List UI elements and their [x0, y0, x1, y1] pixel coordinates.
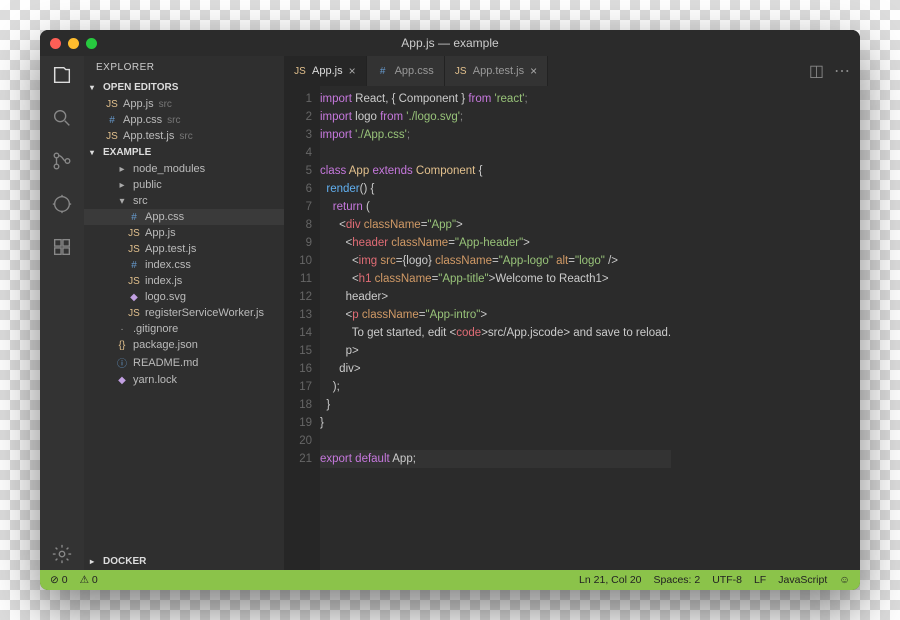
tree-item[interactable]: ⓘ README.md: [84, 353, 284, 372]
tree-item[interactable]: JS index.js: [84, 273, 284, 289]
tree-item[interactable]: JS App.test.js: [84, 241, 284, 257]
tree-item[interactable]: ▸ node_modules: [84, 161, 284, 177]
file-name: yarn.lock: [133, 374, 177, 386]
status-language[interactable]: JavaScript: [778, 574, 827, 586]
file-name: src: [133, 195, 148, 207]
extensions-icon[interactable]: [51, 236, 73, 263]
tree-item[interactable]: # App.css: [84, 209, 284, 225]
close-tab-icon[interactable]: ×: [349, 64, 356, 78]
editor-tab[interactable]: # App.css: [367, 56, 445, 86]
file-name: README.md: [133, 357, 198, 369]
status-cursor-pos[interactable]: Ln 21, Col 20: [579, 574, 641, 586]
file-icon: JS: [106, 99, 118, 110]
file-icon: #: [128, 212, 140, 223]
file-icon: JS: [128, 244, 140, 255]
window-title: App.js — example: [40, 36, 860, 50]
file-icon: #: [128, 260, 140, 271]
file-name: App.css: [123, 114, 162, 126]
titlebar: App.js — example: [40, 30, 860, 56]
file-name: public: [133, 179, 162, 191]
tree-item[interactable]: JS registerServiceWorker.js: [84, 305, 284, 321]
file-path: src: [167, 115, 180, 126]
tab-bar: JS App.js × # App.css JS App.test.js × ◫ ⋯: [284, 56, 860, 86]
tab-label: App.js: [312, 65, 343, 77]
file-icon: ▸: [116, 164, 128, 175]
search-icon[interactable]: [51, 107, 73, 134]
file-icon: JS: [128, 308, 140, 319]
file-icon: ⓘ: [116, 355, 128, 370]
file-name: index.css: [145, 259, 191, 271]
status-spaces[interactable]: Spaces: 2: [654, 574, 701, 586]
sidebar-title: EXPLORER: [84, 56, 284, 79]
editor-area: JS App.js × # App.css JS App.test.js × ◫ ⋯ 1234…: [284, 56, 860, 570]
code-editor[interactable]: 123456789101112131415161718192021 import…: [284, 86, 860, 570]
file-icon: JS: [128, 228, 140, 239]
file-name: registerServiceWorker.js: [145, 307, 264, 319]
open-editor-item[interactable]: # App.css src: [84, 112, 284, 128]
tree-item[interactable]: # index.css: [84, 257, 284, 273]
file-name: node_modules: [133, 163, 205, 175]
file-path: src: [159, 99, 172, 110]
tab-label: App.css: [395, 65, 434, 77]
status-feedback-icon[interactable]: ☺: [839, 574, 850, 586]
file-icon: ▸: [116, 180, 128, 191]
open-editor-item[interactable]: JS App.js src: [84, 96, 284, 112]
settings-icon[interactable]: [51, 543, 73, 570]
tree-item[interactable]: ▸ public: [84, 177, 284, 193]
file-icon: ◆: [116, 375, 128, 386]
status-warnings[interactable]: ⚠ 0: [80, 574, 98, 586]
file-icon: JS: [294, 66, 306, 77]
explorer-icon[interactable]: [51, 64, 73, 91]
file-name: package.json: [133, 339, 198, 351]
status-eol[interactable]: LF: [754, 574, 766, 586]
file-icon: ▾: [116, 196, 128, 207]
editor-tab[interactable]: JS App.test.js ×: [445, 56, 548, 86]
tree-item[interactable]: ◆ logo.svg: [84, 289, 284, 305]
close-tab-icon[interactable]: ×: [530, 64, 537, 78]
file-icon: JS: [455, 66, 467, 77]
file-icon: {}: [116, 340, 128, 351]
file-name: App.test.js: [145, 243, 196, 255]
editor-window: App.js — example EXPLORER ▾OPEN EDITORS …: [40, 30, 860, 590]
file-icon: #: [106, 115, 118, 126]
file-name: App.js: [145, 227, 176, 239]
file-name: logo.svg: [145, 291, 186, 303]
tab-label: App.test.js: [473, 65, 524, 77]
file-name: index.js: [145, 275, 182, 287]
editor-tab[interactable]: JS App.js ×: [284, 56, 367, 86]
file-icon: ·: [116, 324, 128, 335]
file-name: App.test.js: [123, 130, 174, 142]
tree-item[interactable]: ▾ src: [84, 193, 284, 209]
project-header[interactable]: ▾EXAMPLE: [84, 144, 284, 161]
file-name: App.css: [145, 211, 184, 223]
source-control-icon[interactable]: [51, 150, 73, 177]
activity-bar: [40, 56, 84, 570]
debug-icon[interactable]: [51, 193, 73, 220]
tree-item[interactable]: JS App.js: [84, 225, 284, 241]
file-name: .gitignore: [133, 323, 178, 335]
open-editors-header[interactable]: ▾OPEN EDITORS: [84, 79, 284, 96]
open-editor-item[interactable]: JS App.test.js src: [84, 128, 284, 144]
file-icon: #: [377, 66, 389, 77]
sidebar: EXPLORER ▾OPEN EDITORS JS App.js src # App.…: [84, 56, 284, 570]
tree-item[interactable]: {} package.json: [84, 337, 284, 353]
file-icon: ◆: [128, 292, 140, 303]
status-encoding[interactable]: UTF-8: [712, 574, 742, 586]
docker-header[interactable]: ▸DOCKER: [84, 553, 284, 570]
file-name: App.js: [123, 98, 154, 110]
status-errors[interactable]: ⊘ 0: [50, 574, 68, 586]
status-bar: ⊘ 0 ⚠ 0 Ln 21, Col 20 Spaces: 2 UTF-8 LF…: [40, 570, 860, 590]
more-icon[interactable]: ⋯: [834, 61, 850, 81]
file-icon: JS: [128, 276, 140, 287]
tree-item[interactable]: ◆ yarn.lock: [84, 372, 284, 388]
tree-item[interactable]: · .gitignore: [84, 321, 284, 337]
file-icon: JS: [106, 131, 118, 142]
split-editor-icon[interactable]: ◫: [809, 61, 824, 81]
file-path: src: [179, 131, 192, 142]
